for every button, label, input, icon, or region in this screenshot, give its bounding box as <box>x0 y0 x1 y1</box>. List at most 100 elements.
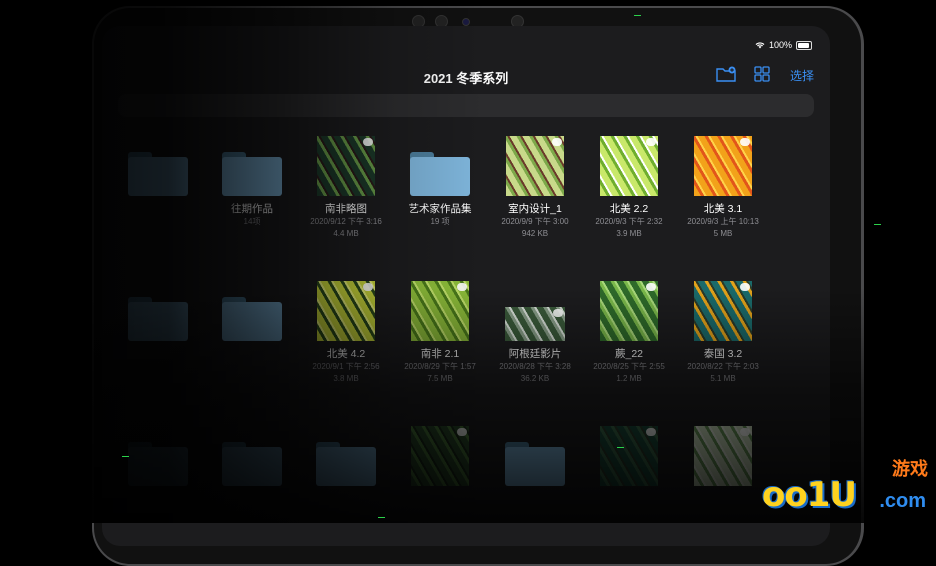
image-thumbnail <box>600 136 658 196</box>
image-thumbnail <box>694 281 752 341</box>
file-item[interactable]: 室内设计_1 2020/9/9 下午 3:00 942 KB <box>489 136 581 240</box>
status-bar: 100% <box>755 40 812 50</box>
watermark-domain: .com <box>879 490 926 512</box>
file-size: 7.5 MB <box>427 374 453 383</box>
image-thumbnail <box>694 426 752 486</box>
file-item[interactable] <box>112 136 204 201</box>
file-name: 艺术家作品集 <box>408 203 472 215</box>
file-name: 南非略图 <box>325 203 367 215</box>
image-thumbnail <box>411 426 469 486</box>
file-meta: 2020/8/28 下午 3:28 <box>499 362 571 371</box>
image-thumbnail <box>506 136 564 196</box>
icloud-download-icon <box>363 283 373 291</box>
file-item[interactable]: 北美 4.2 2020/9/1 下午 2:56 3.8 MB <box>300 281 392 385</box>
battery-percent: 100% <box>768 40 792 50</box>
file-item[interactable] <box>206 281 298 346</box>
file-name: 泰国 3.2 <box>703 348 743 360</box>
file-name: 室内设计_1 <box>508 203 562 215</box>
folder-icon <box>410 152 470 196</box>
file-item[interactable]: 北美 3.1 2020/9/3 上午 10:13 5 MB <box>677 136 769 240</box>
file-name: 南非 2.1 <box>420 348 460 360</box>
file-item[interactable]: 往期作品 14项 <box>206 136 298 228</box>
file-name: 阿根廷影片 <box>508 348 562 360</box>
icloud-download-icon <box>552 138 562 146</box>
file-size: 3.8 MB <box>333 374 359 383</box>
image-thumbnail <box>600 281 658 341</box>
file-size: 4.4 MB <box>333 229 359 238</box>
watermark-sub: 游戏 <box>892 459 928 479</box>
watermark-logo: oo1U 游戏 .com <box>762 455 930 517</box>
wifi-icon <box>755 42 765 49</box>
icloud-download-icon <box>740 283 750 291</box>
battery-icon <box>796 40 812 50</box>
image-thumbnail <box>317 281 375 341</box>
file-item[interactable]: 艺术家作品集 19 项 <box>394 136 486 228</box>
file-item[interactable] <box>206 426 298 491</box>
file-meta: 14项 <box>243 217 261 226</box>
file-meta: 19 项 <box>430 217 450 226</box>
file-meta: 2020/9/3 下午 2:32 <box>595 217 663 226</box>
select-button[interactable]: 选择 <box>790 67 814 84</box>
icloud-download-icon <box>363 138 373 146</box>
icloud-download-icon <box>553 309 563 317</box>
folder-plus-icon[interactable] <box>716 66 736 82</box>
icloud-download-icon <box>740 428 750 436</box>
folder-icon <box>128 297 188 341</box>
watermark-main: oo1U <box>762 475 857 515</box>
files-app-screen: 100% 2021 冬季系列 选择 往期作品 14项 南非略图 2020/9/12 下… <box>102 26 830 546</box>
file-name: 北美 2.2 <box>609 203 649 215</box>
file-name: 北美 3.1 <box>703 203 743 215</box>
icloud-download-icon <box>646 283 656 291</box>
file-item[interactable] <box>112 281 204 346</box>
file-item[interactable] <box>112 426 204 491</box>
artifact-mark <box>617 447 624 448</box>
file-item[interactable] <box>677 426 769 491</box>
icloud-download-icon <box>646 428 656 436</box>
file-meta: 2020/8/25 下午 2:55 <box>593 362 665 371</box>
file-size: 1.2 MB <box>616 374 642 383</box>
file-meta: 2020/8/22 下午 2:03 <box>687 362 759 371</box>
file-item[interactable]: 泰国 3.2 2020/8/22 下午 2:03 5.1 MB <box>677 281 769 385</box>
search-input[interactable] <box>118 94 814 117</box>
file-item[interactable]: 蕨_22 2020/8/25 下午 2:55 1.2 MB <box>583 281 675 385</box>
file-meta: 2020/8/29 下午 1:57 <box>404 362 476 371</box>
artifact-mark <box>122 456 129 457</box>
file-size: 36.2 KB <box>520 374 550 383</box>
file-size: 942 KB <box>521 229 549 238</box>
file-item[interactable]: 南非 2.1 2020/8/29 下午 1:57 7.5 MB <box>394 281 486 385</box>
file-size: 5 MB <box>713 229 733 238</box>
file-meta: 2020/9/12 下午 3:16 <box>310 217 382 226</box>
folder-icon <box>128 442 188 486</box>
image-thumbnail <box>600 426 658 486</box>
icloud-download-icon <box>457 428 467 436</box>
file-item[interactable] <box>394 426 486 491</box>
file-meta: 2020/9/9 下午 3:00 <box>501 217 569 226</box>
file-name: 北美 4.2 <box>326 348 366 360</box>
file-item[interactable] <box>300 426 392 491</box>
file-name: 蕨_22 <box>614 348 644 360</box>
folder-icon <box>316 442 376 486</box>
folder-icon <box>128 152 188 196</box>
grid-view-icon[interactable] <box>752 66 772 82</box>
image-thumbnail <box>317 136 375 196</box>
folder-icon <box>222 442 282 486</box>
folder-icon <box>505 442 565 486</box>
image-thumbnail <box>411 281 469 341</box>
file-item[interactable]: 南非略图 2020/9/12 下午 3:16 4.4 MB <box>300 136 392 240</box>
icloud-download-icon <box>646 138 656 146</box>
file-item[interactable] <box>583 426 675 491</box>
file-name: 往期作品 <box>231 203 273 215</box>
file-item[interactable]: 北美 2.2 2020/9/3 下午 2:32 3.9 MB <box>583 136 675 240</box>
artifact-mark <box>378 517 385 518</box>
artifact-mark <box>874 224 881 225</box>
file-item[interactable] <box>489 426 581 491</box>
folder-icon <box>222 152 282 196</box>
icloud-download-icon <box>457 283 467 291</box>
icloud-download-icon <box>740 138 750 146</box>
artifact-mark <box>634 15 641 16</box>
camera-sensor <box>462 18 470 26</box>
file-size: 3.9 MB <box>616 229 642 238</box>
folder-icon <box>222 297 282 341</box>
file-item[interactable]: 阿根廷影片 2020/8/28 下午 3:28 36.2 KB <box>489 281 581 385</box>
file-meta: 2020/9/1 下午 2:56 <box>312 362 380 371</box>
